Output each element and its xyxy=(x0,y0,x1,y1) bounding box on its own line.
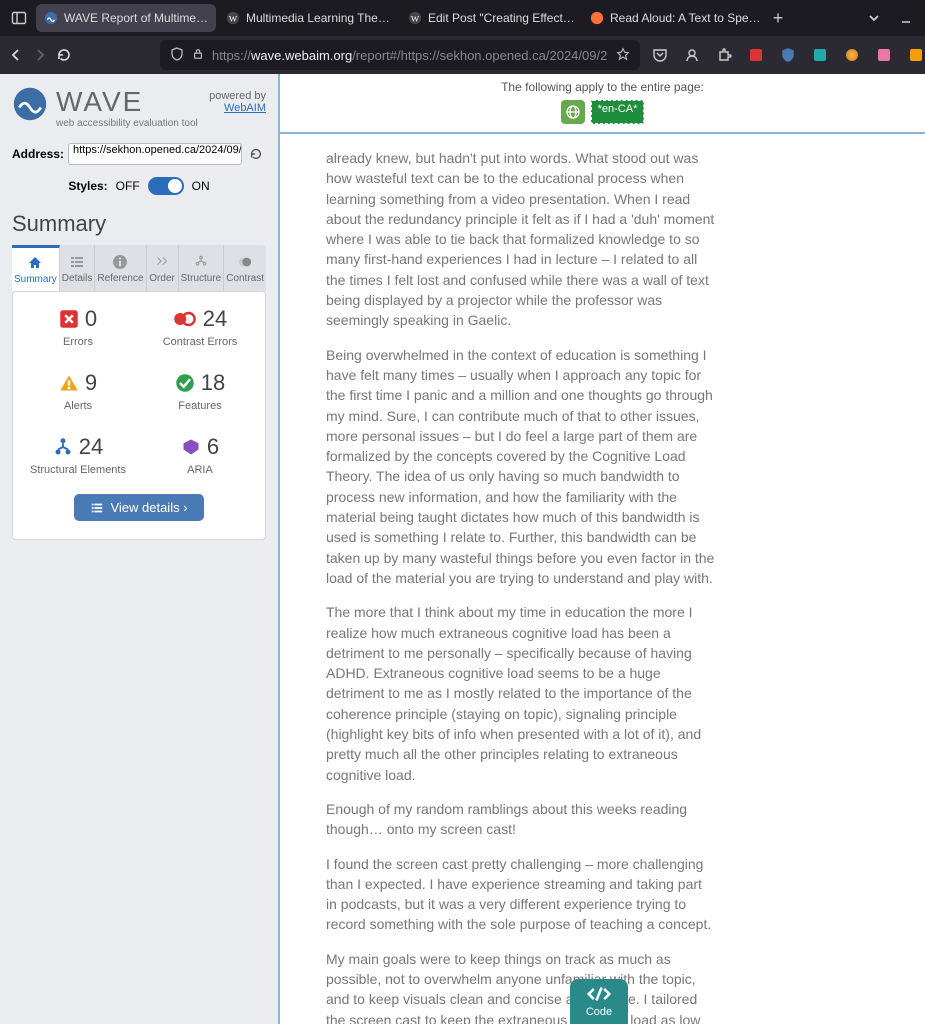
order-icon xyxy=(153,253,171,271)
alerts-cell[interactable]: 9 Alerts xyxy=(21,370,135,412)
paragraph: I found the screen cast pretty challengi… xyxy=(326,854,716,935)
styles-label: Styles: xyxy=(68,179,107,193)
tab-multimedia[interactable]: W Multimedia Learning The… × xyxy=(218,4,398,32)
tab-summary[interactable]: Summary xyxy=(12,245,60,291)
wave-sidebar: WAVE web accessibility evaluation tool p… xyxy=(0,74,280,1024)
url-text: https://wave.webaim.org/report#/https://… xyxy=(212,48,608,63)
tab-label: Read Aloud: A Text to Spe… xyxy=(610,11,761,25)
content-scroll[interactable]: already knew, but hadn't put into words.… xyxy=(280,132,925,1024)
paragraph: Being overwhelmed in the context of educ… xyxy=(326,345,716,589)
tab-label: Edit Post "Creating Effect… xyxy=(428,11,575,25)
ext-circle-icon[interactable] xyxy=(840,43,864,67)
tab-reference[interactable]: Reference xyxy=(95,245,146,291)
wave-favicon xyxy=(44,11,58,25)
ext-teal-icon[interactable] xyxy=(808,43,832,67)
url-bar[interactable]: https://wave.webaim.org/report#/https://… xyxy=(160,40,640,70)
ext-pink-icon[interactable] xyxy=(872,43,896,67)
ext-orange-icon[interactable] xyxy=(904,43,925,67)
list-white-icon xyxy=(90,501,104,515)
forward-button[interactable] xyxy=(32,41,48,69)
off-label: OFF xyxy=(116,179,140,193)
contrast-icon xyxy=(236,253,254,271)
code-toggle-tab[interactable]: Code xyxy=(570,979,628,1024)
ext-badge-icon[interactable] xyxy=(744,43,768,67)
aria-icon xyxy=(181,437,201,457)
back-button[interactable] xyxy=(8,41,24,69)
contrast-error-icon xyxy=(173,309,197,329)
ext-shield-icon[interactable] xyxy=(776,43,800,67)
close-icon[interactable]: × xyxy=(214,10,216,26)
tab-label: Multimedia Learning The… xyxy=(246,11,390,25)
tab-wave-report[interactable]: WAVE Report of Multime… × xyxy=(36,4,216,32)
address-refresh-icon[interactable] xyxy=(246,144,266,164)
paragraph: My main goals were to keep things on tra… xyxy=(326,949,716,1024)
paragraph: already knew, but hadn't put into words.… xyxy=(326,148,716,331)
errors-cell[interactable]: 0 Errors xyxy=(21,306,135,348)
wave-title: WAVE xyxy=(56,86,198,118)
tab-contrast[interactable]: Contrast xyxy=(224,245,266,291)
structural-icon xyxy=(53,437,73,457)
shield-icon[interactable] xyxy=(170,47,184,64)
minimize-icon[interactable] xyxy=(891,3,921,33)
info-icon xyxy=(111,253,129,271)
bookmark-star-icon[interactable] xyxy=(616,47,630,64)
contrast-errors-cell[interactable]: 24 Contrast Errors xyxy=(143,306,257,348)
styles-toggle[interactable] xyxy=(148,177,184,195)
error-icon xyxy=(59,309,79,329)
tab-structure[interactable]: Structure xyxy=(179,245,225,291)
nav-bar: https://wave.webaim.org/report#/https://… xyxy=(0,36,925,74)
wordpress-favicon: W xyxy=(226,11,240,25)
home-icon xyxy=(26,254,44,272)
lang-badge[interactable]: *en-CA* xyxy=(591,100,645,124)
alert-icon xyxy=(59,373,79,393)
extensions-icon[interactable] xyxy=(712,43,736,67)
close-icon[interactable]: × xyxy=(396,10,398,26)
tab-strip: WAVE Report of Multime… × W Multimedia L… xyxy=(0,0,925,36)
webaim-link[interactable]: WebAIM xyxy=(224,102,266,114)
account-icon[interactable] xyxy=(680,43,704,67)
firefox-favicon xyxy=(590,11,604,25)
tab-edit-post[interactable]: W Edit Post "Creating Effect… × xyxy=(400,4,580,32)
wave-tabs: Summary Details Reference Order Structur… xyxy=(12,245,266,291)
list-tabs-icon[interactable] xyxy=(859,3,889,33)
view-details-button[interactable]: View details › xyxy=(74,494,203,521)
tab-details[interactable]: Details xyxy=(60,245,96,291)
features-cell[interactable]: 18 Features xyxy=(143,370,257,412)
tab-read-aloud[interactable]: Read Aloud: A Text to Spe… × xyxy=(582,4,762,32)
powered-by-label: powered by xyxy=(209,90,266,102)
new-tab-button[interactable]: + xyxy=(764,4,792,32)
globe-badge-icon[interactable] xyxy=(561,100,585,124)
address-label: Address: xyxy=(12,147,64,161)
structure-icon xyxy=(192,253,210,271)
feature-icon xyxy=(175,373,195,393)
tab-label: WAVE Report of Multime… xyxy=(64,11,208,25)
summary-heading: Summary xyxy=(12,211,266,237)
code-icon xyxy=(584,985,614,1003)
reload-button[interactable] xyxy=(56,41,72,69)
address-input[interactable]: https://sekhon.opened.ca/2024/09/28/mul xyxy=(68,143,242,165)
apply-text: The following apply to the entire page: xyxy=(280,74,925,100)
list-icon xyxy=(68,253,86,271)
aria-cell[interactable]: 6 ARIA xyxy=(143,434,257,476)
pocket-icon[interactable] xyxy=(648,43,672,67)
paragraph: Enough of my random ramblings about this… xyxy=(326,799,716,840)
tab-order[interactable]: Order xyxy=(147,245,179,291)
wordpress-favicon: W xyxy=(408,11,422,25)
on-label: ON xyxy=(192,179,210,193)
article-body: already knew, but hadn't put into words.… xyxy=(326,148,716,1024)
paragraph: The more that I think about my time in e… xyxy=(326,602,716,785)
wave-logo xyxy=(12,86,48,122)
svg-text:W: W xyxy=(411,14,420,24)
svg-text:W: W xyxy=(229,14,238,24)
structural-cell[interactable]: 24 Structural Elements xyxy=(21,434,135,476)
sidebar-toggle-icon[interactable] xyxy=(4,3,34,33)
wave-subtitle: web accessibility evaluation tool xyxy=(56,118,198,129)
lock-icon[interactable] xyxy=(192,48,204,63)
